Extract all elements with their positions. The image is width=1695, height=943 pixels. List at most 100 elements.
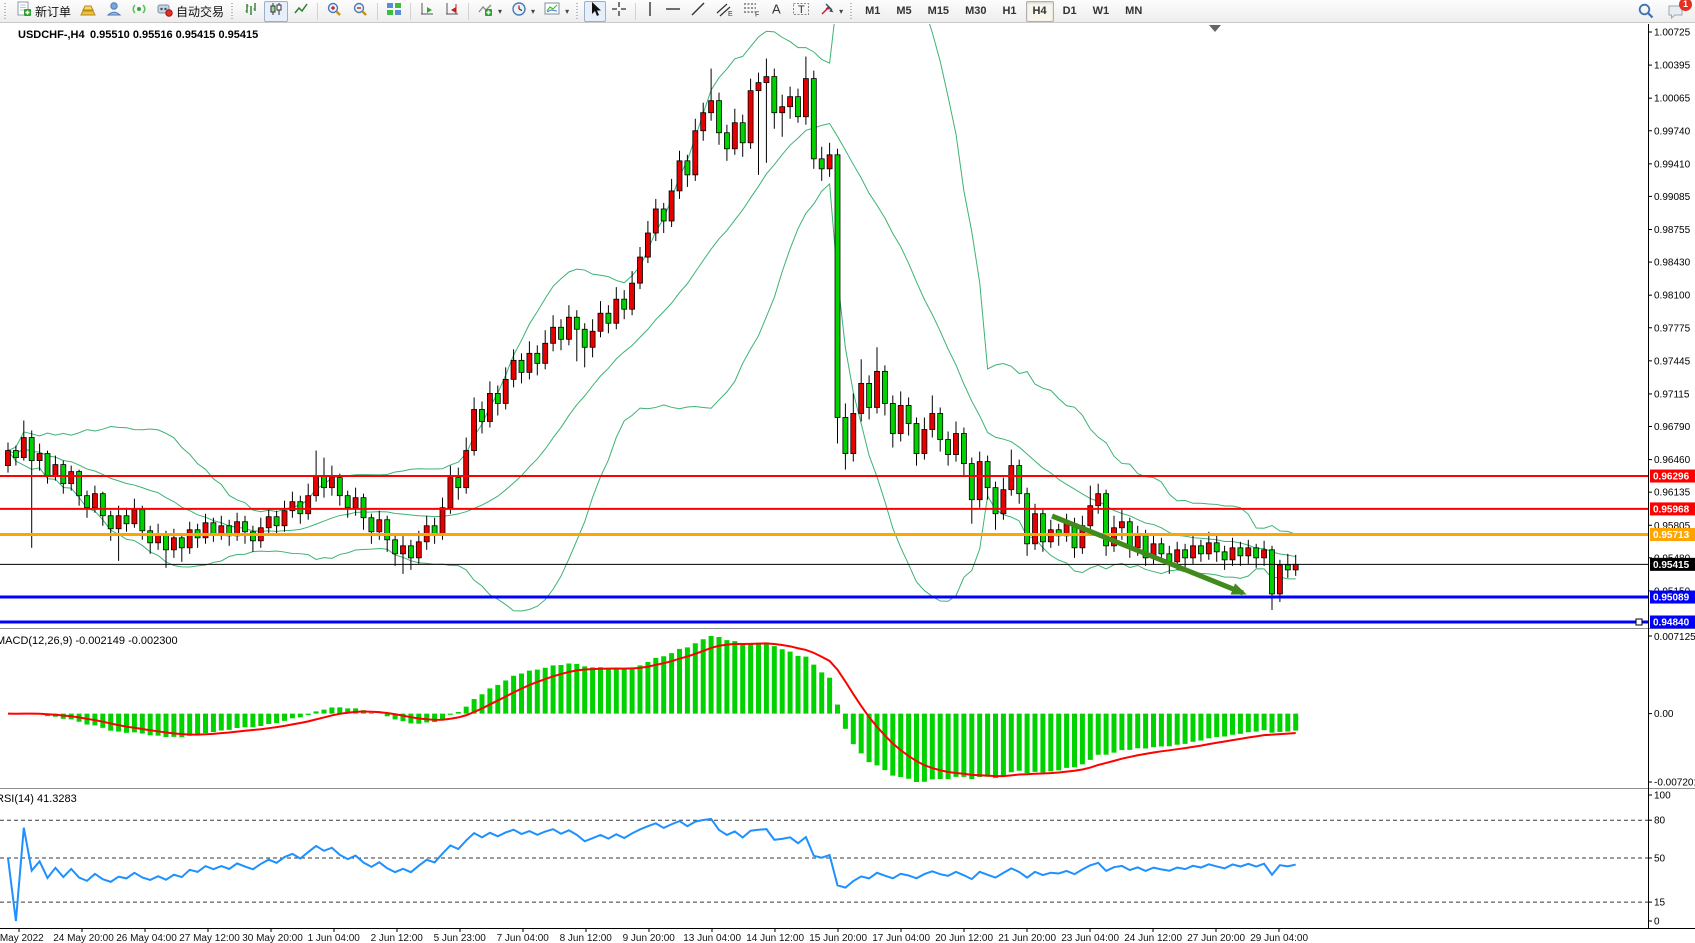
candle-up — [930, 413, 935, 429]
price-pane[interactable] — [6, 0, 1299, 611]
level-badge-label: 0.94840 — [1653, 618, 1690, 629]
text-tool-button[interactable]: A — [765, 1, 787, 22]
hline-handle[interactable] — [1636, 619, 1642, 625]
candle-down — [480, 409, 485, 421]
svg-text:F: F — [755, 11, 759, 17]
zoom-in-button[interactable] — [322, 1, 347, 22]
time-tick-label: 26 May 04:00 — [116, 933, 177, 943]
candle-up — [630, 283, 635, 309]
time-tick-label: 7 Jun 04:00 — [497, 933, 550, 943]
candle-up — [598, 313, 603, 331]
search-icon[interactable] — [1637, 2, 1655, 25]
timeframe-button-h1[interactable]: H1 — [995, 1, 1023, 22]
price-axis[interactable]: 1.007251.003951.000650.997400.994100.990… — [1648, 28, 1695, 928]
candle-up — [566, 317, 571, 339]
new-order-button[interactable]: 新订单 — [12, 1, 75, 22]
candle-down — [1254, 548, 1259, 558]
svg-text:T: T — [798, 4, 805, 16]
chart-canvas[interactable]: 1.007251.003951.000650.997400.994100.990… — [0, 0, 1695, 943]
timeframe-button-h4[interactable]: H4 — [1026, 1, 1054, 22]
candle-down — [61, 465, 66, 484]
candle-up — [1119, 522, 1124, 528]
rsi-pane[interactable] — [0, 819, 1648, 921]
chart-title: USDCHF-,H40.95510 0.95516 0.95415 0.9541… — [18, 29, 258, 41]
cursor-tool-button[interactable] — [584, 1, 606, 22]
candle-down — [574, 317, 579, 329]
svg-text:E: E — [728, 11, 733, 17]
autotrading-icon — [156, 1, 173, 22]
timeframe-button-m5[interactable]: M5 — [889, 1, 918, 22]
timeframe-button-m1[interactable]: M1 — [858, 1, 887, 22]
tile-windows-button[interactable] — [382, 1, 406, 22]
candle-up — [1206, 543, 1211, 554]
crosshair-tool-button[interactable] — [607, 1, 631, 22]
bollinger-upper — [8, 0, 1296, 534]
time-axis[interactable]: May 202224 May 20:0026 May 04:0027 May 1… — [0, 928, 1308, 943]
indicators-button[interactable]: ▾ — [473, 1, 506, 22]
candle-up — [6, 451, 11, 466]
candle-up — [511, 360, 516, 379]
autotrading-button[interactable]: 自动交易 — [152, 1, 228, 22]
toolbar-grip[interactable] — [850, 3, 855, 19]
cursor-icon — [588, 1, 602, 22]
candle-up — [171, 538, 176, 550]
equidistant-channel-icon: E — [715, 1, 733, 22]
channel-tool-button[interactable]: E — [711, 1, 737, 22]
candle-down — [432, 526, 437, 534]
notifications-button[interactable]: 1 — [1667, 2, 1685, 25]
toolbar-grip[interactable] — [576, 3, 581, 19]
candle-down — [1238, 548, 1243, 556]
chart-shift-button[interactable] — [440, 1, 464, 22]
line-chart-mode-button[interactable] — [289, 1, 313, 22]
zoom-out-button[interactable] — [348, 1, 373, 22]
timeframe-button-w1[interactable]: W1 — [1086, 1, 1117, 22]
price-tick-label: 0.98755 — [1654, 225, 1691, 236]
dropdown-caret-icon: ▾ — [531, 7, 535, 16]
candle-up — [92, 494, 97, 508]
candle-down — [108, 516, 113, 529]
macd-pane[interactable] — [8, 636, 1296, 782]
fibonacci-tool-button[interactable]: F — [738, 1, 764, 22]
time-tick-label: May 2022 — [0, 933, 44, 943]
candle-down — [322, 476, 327, 488]
candle-down — [29, 438, 34, 461]
vertical-line-tool-button[interactable] — [640, 1, 660, 22]
candle-up — [503, 379, 508, 403]
templates-button[interactable]: ▾ — [540, 1, 573, 22]
shapes-tool-button[interactable]: ▾ — [815, 1, 847, 22]
periods-button[interactable]: ▾ — [507, 1, 539, 22]
new-order-icon — [16, 1, 32, 22]
price-tick-label: 0.98100 — [1654, 291, 1691, 302]
gold-bars-icon — [80, 1, 97, 22]
trend-arrow[interactable] — [1052, 516, 1243, 593]
bollinger-middle — [8, 124, 1296, 557]
candle-up — [440, 508, 445, 534]
time-tick-label: 20 Jun 12:00 — [935, 933, 993, 943]
candle-up — [1246, 548, 1251, 556]
candle-down — [535, 353, 540, 363]
candle-down — [385, 520, 390, 540]
candle-down — [140, 510, 145, 531]
trendline-tool-button[interactable] — [686, 1, 710, 22]
candle-up — [1175, 550, 1180, 562]
toolbar-grip[interactable] — [231, 3, 236, 19]
label-tool-button[interactable]: T — [788, 1, 814, 22]
horizontal-line-tool-button[interactable] — [661, 1, 685, 22]
signals-button[interactable] — [127, 1, 151, 22]
timeframe-button-m30[interactable]: M30 — [958, 1, 993, 22]
timeframe-button-d1[interactable]: D1 — [1056, 1, 1084, 22]
auto-scroll-button[interactable] — [415, 1, 439, 22]
timeframe-button-mn[interactable]: MN — [1118, 1, 1149, 22]
price-tick-label: 0.97115 — [1654, 389, 1690, 400]
community-button[interactable] — [102, 1, 126, 22]
market-button[interactable] — [76, 1, 101, 22]
candle-down — [1183, 550, 1188, 558]
chart-shift-marker[interactable] — [1209, 25, 1221, 32]
candle-down — [606, 313, 611, 323]
timeframe-button-m15[interactable]: M15 — [921, 1, 956, 22]
candle-up — [448, 478, 453, 508]
candlestick-mode-button[interactable] — [264, 1, 288, 22]
bar-chart-mode-button[interactable] — [239, 1, 263, 22]
candle-up — [1230, 548, 1235, 560]
toolbar-grip[interactable] — [4, 3, 9, 19]
